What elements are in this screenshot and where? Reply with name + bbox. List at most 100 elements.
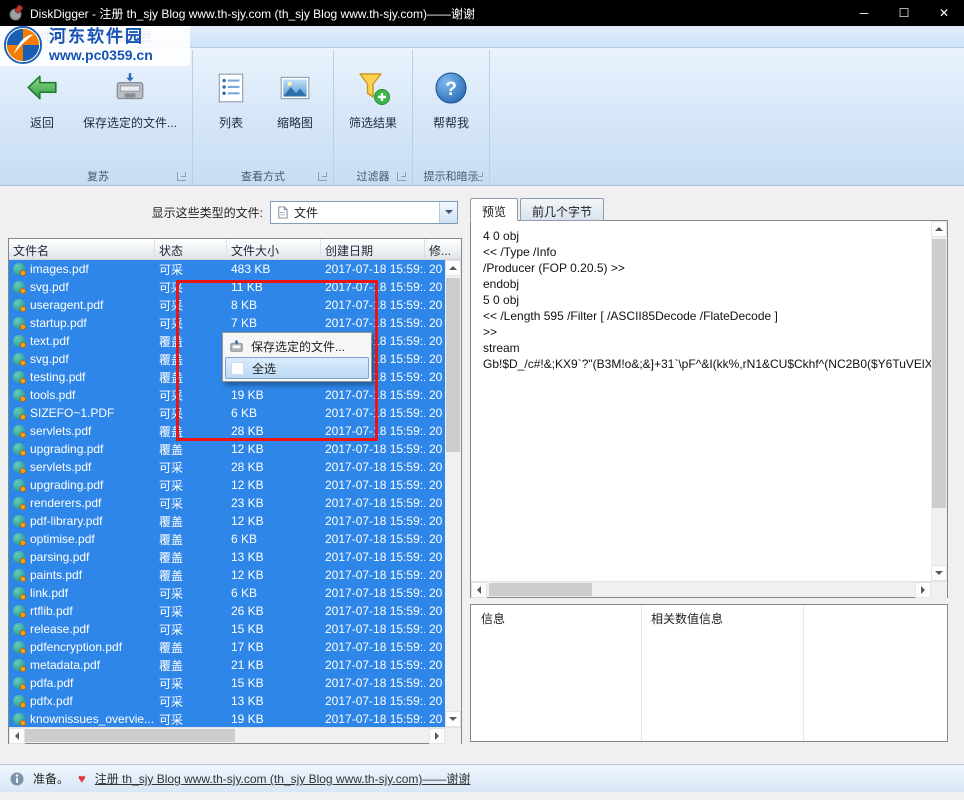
scroll-left-button[interactable] [471,582,487,598]
table-row[interactable]: upgrading.pdf可采12 KB2017-07-18 15:59:...… [9,476,445,494]
column-header-created[interactable]: 创建日期 [321,239,425,259]
file-list-horizontal-scrollbar[interactable] [9,727,461,743]
table-row[interactable]: pdfx.pdf可采13 KB2017-07-18 15:59:...20 [9,692,445,710]
table-row[interactable]: upgrading.pdf覆盖12 KB2017-07-18 15:59:...… [9,440,445,458]
table-row[interactable]: images.pdf可采483 KB2017-07-18 15:59:...20 [9,260,445,278]
scroll-thumb[interactable] [489,583,592,596]
file-type-dropdown[interactable]: 文件 [270,201,458,224]
table-row[interactable]: startup.pdf可采7 KB2017-07-18 15:59:...20 [9,314,445,332]
preview-vertical-scrollbar[interactable] [931,221,947,581]
table-row[interactable]: SIZEFO~1.PDF可采6 KB2017-07-18 15:59:...20 [9,404,445,422]
arrow-left-icon [15,732,19,740]
file-list-panel: 文件名 状态 文件大小 创建日期 修... images.pdf可采483 KB… [8,238,462,744]
table-row[interactable]: paints.pdf覆盖12 KB2017-07-18 15:59:...20 [9,566,445,584]
file-name-cell: startup.pdf [9,316,155,330]
scroll-track[interactable] [487,582,915,597]
modified-cell: 20 [425,622,445,636]
file-name-cell: SIZEFO~1.PDF [9,406,155,420]
size-cell: 15 KB [227,676,321,690]
scroll-track[interactable] [931,237,947,565]
table-row[interactable]: knownissues_overvie...可采19 KB2017-07-18 … [9,710,445,727]
scroll-right-button[interactable] [915,582,931,598]
table-row[interactable]: parsing.pdf覆盖13 KB2017-07-18 15:59:...20 [9,548,445,566]
select-all-icon [231,362,244,375]
filter-results-button[interactable]: 筛选结果 [341,64,405,137]
table-row[interactable]: metadata.pdf覆盖21 KB2017-07-18 15:59:...2… [9,656,445,674]
minimize-button[interactable]: ─ [844,0,884,26]
scroll-up-button[interactable] [445,260,461,276]
table-row[interactable]: optimise.pdf覆盖6 KB2017-07-18 15:59:...20 [9,530,445,548]
info-panel: 信息 相关数值信息 [470,604,948,742]
scroll-thumb[interactable] [446,278,460,452]
dropdown-arrow-button[interactable] [439,202,457,223]
thumbnail-view-button[interactable]: 缩略图 [264,64,326,137]
created-cell: 2017-07-18 15:59:... [321,478,425,492]
scroll-up-button[interactable] [931,221,947,237]
scroll-left-button[interactable] [9,728,25,744]
scroll-right-button[interactable] [429,728,445,744]
dialog-launcher-icon[interactable] [318,172,327,181]
dialog-launcher-icon[interactable] [177,172,186,181]
file-type-icon [13,587,25,599]
list-view-button[interactable]: 列表 [200,64,262,137]
file-type-icon [13,461,25,473]
preview-horizontal-scrollbar[interactable] [471,581,947,597]
table-row[interactable]: pdfencryption.pdf覆盖17 KB2017-07-18 15:59… [9,638,445,656]
modified-cell: 20 [425,568,445,582]
preview-line: /Producer (FOP 0.20.5) >> [483,261,919,277]
column-header-size[interactable]: 文件大小 [227,239,321,259]
created-cell: 2017-07-18 15:59:... [321,496,425,510]
file-type-icon [13,263,25,275]
scroll-thumb[interactable] [932,239,946,508]
created-cell: 2017-07-18 15:59:... [321,262,425,276]
table-row[interactable]: servlets.pdf覆盖28 KB2017-07-18 15:59:...2… [9,422,445,440]
preview-panel: 4 0 obj<< /Type /Info/Producer (FOP 0.20… [470,220,948,598]
column-header-modified[interactable]: 修... [425,239,461,259]
scroll-down-button[interactable] [931,565,947,581]
watermark: 河东软件园 www.pc0359.cn [0,24,190,66]
file-type-icon [13,551,25,563]
created-cell: 2017-07-18 15:59:... [321,712,425,726]
file-list-vertical-scrollbar[interactable] [445,260,461,727]
list-view-label: 列表 [219,114,243,131]
column-header-status[interactable]: 状态 [155,239,227,259]
scroll-down-button[interactable] [445,711,461,727]
table-row[interactable]: useragent.pdf可采8 KB2017-07-18 15:59:...2… [9,296,445,314]
file-type-icon [13,299,25,311]
size-cell: 6 KB [227,406,321,420]
table-row[interactable]: pdfa.pdf可采15 KB2017-07-18 15:59:...20 [9,674,445,692]
save-selected-button[interactable]: 保存选定的文件... [75,64,185,137]
scroll-track[interactable] [25,728,429,743]
tab-preview[interactable]: 预览 [470,198,518,221]
column-header-filename[interactable]: 文件名 [9,239,155,259]
table-row[interactable]: svg.pdf可采11 KB2017-07-18 15:59:...20 [9,278,445,296]
registration-link[interactable]: 注册 th_sjy Blog www.th-sjy.com (th_sjy Bl… [95,770,471,787]
created-cell: 2017-07-18 15:59:... [321,298,425,312]
table-row[interactable]: release.pdf可采15 KB2017-07-18 15:59:...20 [9,620,445,638]
menu-item-select-all[interactable]: 全选 [225,357,369,379]
dialog-launcher-icon[interactable] [474,172,483,181]
file-name-cell: servlets.pdf [9,424,155,438]
close-button[interactable]: ✕ [924,0,964,26]
dialog-launcher-icon[interactable] [397,172,406,181]
file-type-icon [13,443,25,455]
arrow-left-icon [477,586,481,594]
file-list-body: images.pdf可采483 KB2017-07-18 15:59:...20… [9,260,445,727]
menu-item-save-selected[interactable]: 保存选定的文件... [225,335,369,357]
table-row[interactable]: link.pdf可采6 KB2017-07-18 15:59:...20 [9,584,445,602]
table-row[interactable]: rtflib.pdf可采26 KB2017-07-18 15:59:...20 [9,602,445,620]
table-row[interactable]: pdf-library.pdf覆盖12 KB2017-07-18 15:59:.… [9,512,445,530]
help-button[interactable]: ? 帮帮我 [420,64,482,137]
modified-cell: 20 [425,460,445,474]
scroll-track[interactable] [445,276,461,711]
file-type-icon [13,407,25,419]
table-row[interactable]: servlets.pdf可采28 KB2017-07-18 15:59:...2… [9,458,445,476]
back-button[interactable]: 返回 [11,64,73,137]
tab-first-bytes[interactable]: 前几个字节 [520,198,604,221]
table-row[interactable]: renderers.pdf可采23 KB2017-07-18 15:59:...… [9,494,445,512]
file-type-icon [13,605,25,617]
scroll-thumb[interactable] [25,729,235,742]
size-cell: 28 KB [227,424,321,438]
maximize-button[interactable]: ☐ [884,0,924,26]
table-row[interactable]: tools.pdf可采19 KB2017-07-18 15:59:...20 [9,386,445,404]
